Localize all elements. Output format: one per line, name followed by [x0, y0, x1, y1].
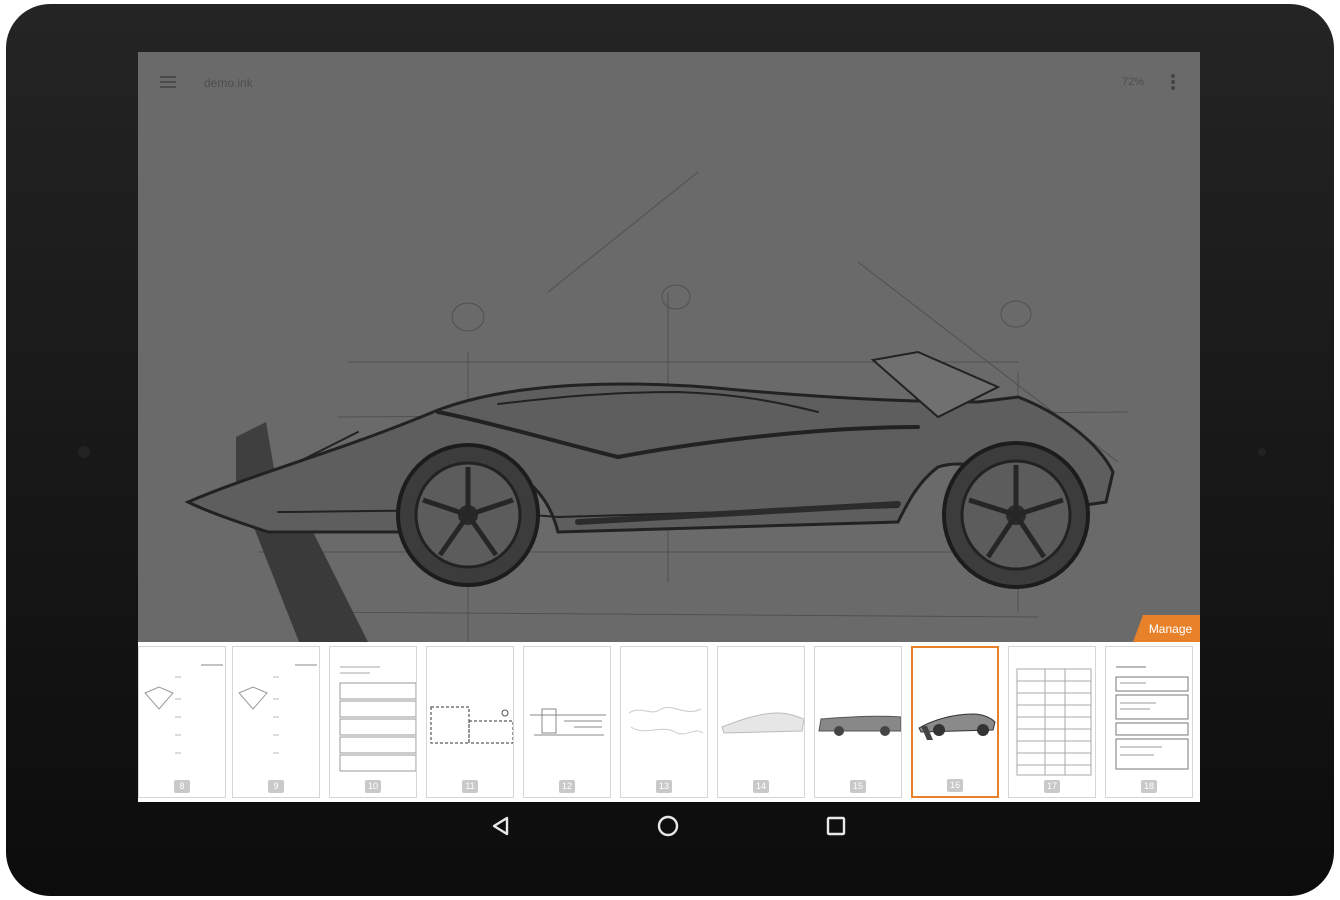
app-toolbar: demo.ink 72%: [138, 52, 1200, 112]
page-thumbnail[interactable]: 14: [717, 646, 805, 798]
page-number: 13: [656, 780, 672, 793]
page-thumbnail-strip: 8 9 10 11 12 13 14 15 16 17 18: [138, 642, 1200, 802]
page-number: 15: [850, 780, 866, 793]
manage-button[interactable]: Manage: [1133, 615, 1200, 642]
page-number: 14: [753, 780, 769, 793]
page-number: 12: [559, 780, 575, 793]
system-navigation-bar: [138, 802, 1200, 850]
page-number: 8: [174, 780, 190, 793]
back-triangle-icon[interactable]: [487, 812, 515, 840]
page-thumbnail[interactable]: 9: [232, 646, 320, 798]
page-thumbnail[interactable]: 15: [814, 646, 902, 798]
page-thumbnail-selected[interactable]: 16: [911, 646, 999, 798]
page-number: 9: [268, 780, 284, 793]
recents-square-icon[interactable]: [822, 812, 850, 840]
page-thumbnail[interactable]: 8: [138, 646, 226, 798]
page-number: 10: [365, 780, 381, 793]
page-number: 17: [1044, 780, 1060, 793]
hamburger-menu-icon[interactable]: [160, 76, 176, 88]
zoom-level[interactable]: 72%: [1122, 76, 1144, 88]
more-vertical-icon[interactable]: [1170, 74, 1176, 92]
home-circle-icon[interactable]: [654, 812, 682, 840]
page-thumbnail[interactable]: 17: [1008, 646, 1096, 798]
page-thumbnail[interactable]: 12: [523, 646, 611, 798]
rear-wheel: [942, 441, 1090, 589]
app-screen: demo.ink 72% Manage 8 9 10 11 12 13 14 1…: [138, 52, 1200, 802]
page-number: 11: [462, 780, 478, 793]
file-name: demo.ink: [204, 76, 253, 90]
page-number: 16: [947, 779, 963, 792]
page-thumbnail[interactable]: 10: [329, 646, 417, 798]
page-thumbnail[interactable]: 11: [426, 646, 514, 798]
page-thumbnail[interactable]: 13: [620, 646, 708, 798]
page-thumbnail[interactable]: 18: [1105, 646, 1193, 798]
sensor: [1258, 448, 1266, 456]
front-wheel: [396, 443, 540, 587]
front-camera: [78, 446, 90, 458]
drawing-canvas[interactable]: [138, 112, 1200, 642]
page-number: 18: [1141, 780, 1157, 793]
